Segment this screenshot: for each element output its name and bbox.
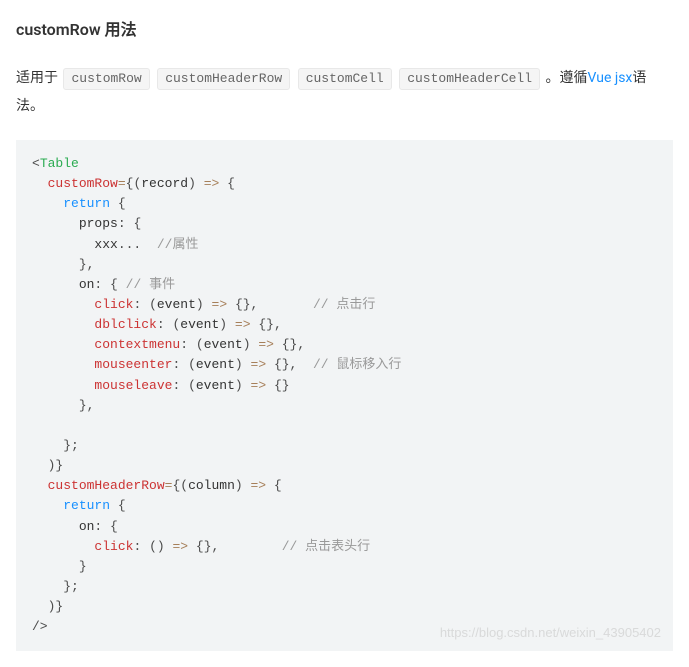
event-name: click xyxy=(94,297,133,312)
arrow: => xyxy=(172,539,188,554)
prop-name: on xyxy=(79,519,95,534)
intro-after-tags: 。遵循 xyxy=(546,70,588,86)
arrow: => xyxy=(212,297,228,312)
event-name: contextmenu xyxy=(94,337,180,352)
arrow: => xyxy=(204,176,220,191)
code-tag: customHeaderRow xyxy=(157,68,290,90)
param: event xyxy=(196,378,235,393)
param: column xyxy=(188,478,235,493)
arrow: => xyxy=(258,337,274,352)
arrow: => xyxy=(235,317,251,332)
code-block: <Table customRow={(record) => { return {… xyxy=(16,140,673,651)
intro-prefix: 适用于 xyxy=(16,70,58,86)
comment: // 点击表头行 xyxy=(282,539,370,554)
intro-paragraph: 适用于 customRow customHeaderRow customCell… xyxy=(16,64,673,120)
param: record xyxy=(141,176,188,191)
event-name: mouseleave xyxy=(94,378,172,393)
arrow: => xyxy=(251,378,267,393)
jsx-tag: Table xyxy=(40,156,79,171)
section-title: customRow 用法 xyxy=(16,16,673,40)
keyword-return: return xyxy=(63,196,110,211)
comment: // 事件 xyxy=(126,277,175,292)
keyword-return: return xyxy=(63,498,110,513)
event-name: mouseenter xyxy=(94,357,172,372)
param: event xyxy=(180,317,219,332)
code-tag: customRow xyxy=(63,68,149,90)
jsx-attr: customHeaderRow xyxy=(48,478,165,493)
jsx-attr: customRow xyxy=(48,176,118,191)
arrow: => xyxy=(251,478,267,493)
arrow: => xyxy=(251,357,267,372)
watermark: https://blog.csdn.net/weixin_43905402 xyxy=(440,623,661,643)
event-name: dblclick xyxy=(94,317,156,332)
comment: //属性 xyxy=(157,237,199,252)
comment: // 鼠标移入行 xyxy=(313,357,401,372)
comment: // 点击行 xyxy=(313,297,375,312)
code-tag: customCell xyxy=(298,68,392,90)
param: event xyxy=(157,297,196,312)
param: event xyxy=(196,357,235,372)
event-name: click xyxy=(94,539,133,554)
spread: ... xyxy=(118,237,141,252)
prop-name: on xyxy=(79,277,95,292)
code-tag: customHeaderCell xyxy=(399,68,540,90)
vue-jsx-link[interactable]: Vue jsx xyxy=(588,70,633,86)
prop-name: xxx xyxy=(94,237,117,252)
prop-name: props xyxy=(79,216,118,231)
param: event xyxy=(204,337,243,352)
